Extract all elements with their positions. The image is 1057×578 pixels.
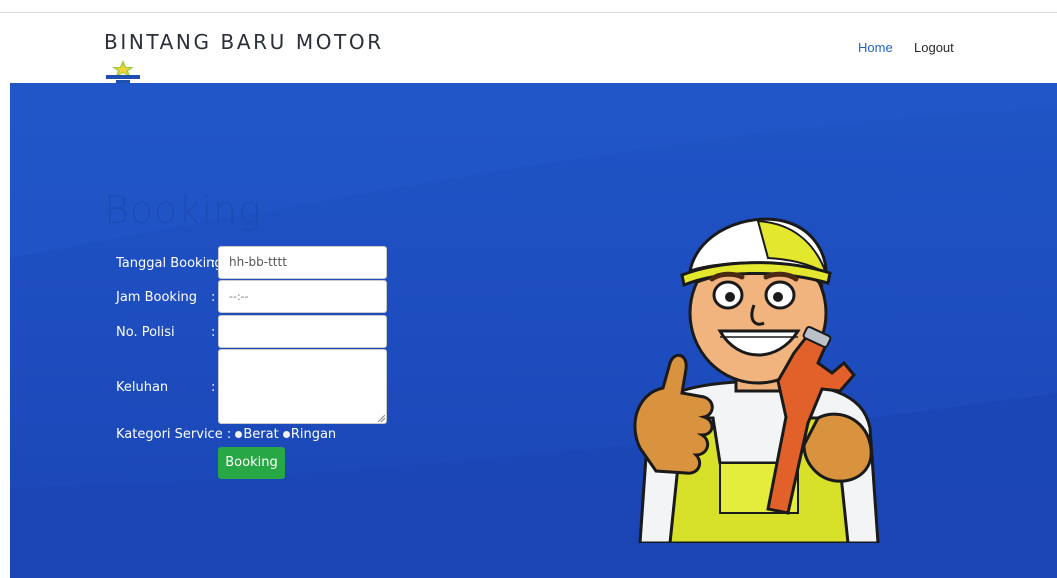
nav-home-link[interactable]: Home	[858, 40, 893, 55]
navbar: BINTANG BARU MOTOR Home Logout	[0, 13, 1057, 83]
resize-handle-icon[interactable]	[378, 415, 385, 422]
label-keluhan: Keluhan	[116, 380, 169, 395]
tanggal-booking-input[interactable]: hh-bb-tttt	[218, 246, 387, 279]
hero-section: Booking Tanggal Booking : hh-bb-tttt Jam…	[10, 83, 1057, 578]
colon-polisi: :	[211, 325, 216, 340]
kategori-service-row: Kategori Service : Berat Ringan	[116, 427, 336, 442]
colon-jam: :	[211, 290, 216, 305]
radio-ringan[interactable]	[282, 430, 290, 438]
label-jam-booking: Jam Booking	[116, 290, 198, 305]
brand-title[interactable]: BINTANG BARU MOTOR	[104, 30, 384, 54]
booking-title: Booking	[104, 188, 262, 232]
no-polisi-input[interactable]	[218, 315, 387, 348]
top-border	[0, 0, 1057, 13]
jam-booking-input[interactable]: --:--	[218, 280, 387, 313]
radio-ringan-label[interactable]: Ringan	[291, 427, 336, 442]
mechanic-mascot-illustration	[633, 217, 880, 543]
label-no-polisi: No. Polisi	[116, 325, 175, 340]
keluhan-textarea[interactable]	[218, 349, 387, 424]
colon-keluhan: :	[211, 380, 216, 395]
colon-tanggal: :	[211, 256, 216, 271]
radio-berat[interactable]	[235, 430, 243, 438]
label-tanggal-booking: Tanggal Booking	[116, 256, 223, 271]
radio-berat-label[interactable]: Berat	[243, 427, 278, 442]
booking-submit-button[interactable]: Booking	[218, 447, 285, 479]
nav-logout-link[interactable]: Logout	[914, 40, 954, 55]
label-kategori-service: Kategori Service :	[116, 427, 232, 442]
brand-logo[interactable]	[104, 58, 142, 84]
